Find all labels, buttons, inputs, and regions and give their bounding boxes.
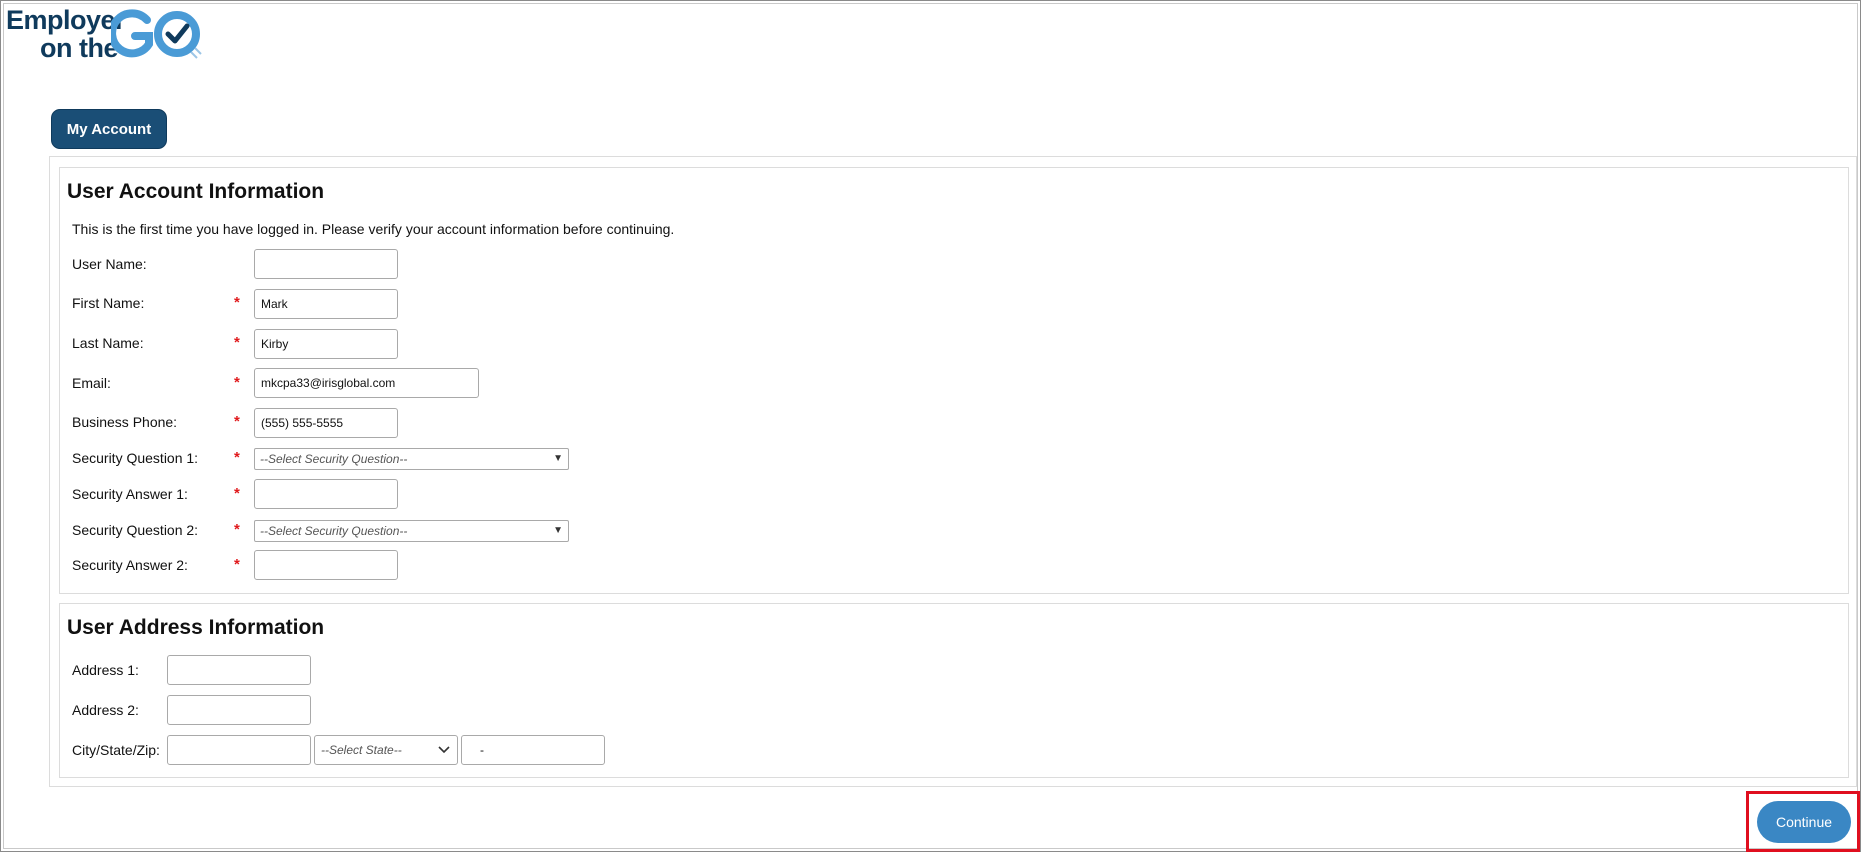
zip-field[interactable]: - xyxy=(461,735,605,765)
dropdown-arrow-icon: ▼ xyxy=(553,525,563,536)
logo-wordmark: Employer on the xyxy=(6,5,126,63)
first-name-label: First Name: xyxy=(72,295,145,311)
address-2-label: Address 2: xyxy=(72,702,139,718)
address-1-field[interactable] xyxy=(167,655,311,685)
user-account-title: User Account Information xyxy=(67,180,325,203)
security-answer-2-label: Security Answer 2: xyxy=(72,557,188,573)
business-phone-required: * xyxy=(234,413,240,430)
security-question-2-required: * xyxy=(234,521,240,538)
security-question-1-select[interactable]: --Select Security Question-- ▼ xyxy=(254,448,569,470)
security-question-2-label: Security Question 2: xyxy=(72,522,199,538)
last-name-required: * xyxy=(234,334,240,351)
chevron-down-icon xyxy=(438,746,450,754)
logo-line-2: on the xyxy=(40,33,119,63)
address-1-label: Address 1: xyxy=(72,662,139,678)
security-question-1-label: Security Question 1: xyxy=(72,450,199,466)
go-check-icon xyxy=(111,9,202,59)
state-select-value: --Select State-- xyxy=(321,743,402,757)
first-name-field[interactable]: Mark xyxy=(254,289,398,319)
employer-on-the-go-logo: Employer on the xyxy=(6,6,206,64)
dropdown-arrow-icon: ▼ xyxy=(553,453,563,464)
last-name-label: Last Name: xyxy=(72,335,144,351)
username-field[interactable] xyxy=(254,249,398,279)
security-question-2-select[interactable]: --Select Security Question-- ▼ xyxy=(254,520,569,542)
security-answer-1-required: * xyxy=(234,485,240,502)
email-label: Email: xyxy=(72,375,111,391)
user-address-title: User Address Information xyxy=(67,616,325,639)
business-phone-label: Business Phone: xyxy=(72,414,178,430)
address-2-field[interactable] xyxy=(167,695,311,725)
security-answer-1-field[interactable] xyxy=(254,479,398,509)
security-question-1-value: --Select Security Question-- xyxy=(260,452,408,466)
first-name-required: * xyxy=(234,294,240,311)
first-login-notice: This is the first time you have logged i… xyxy=(72,221,675,237)
continue-button[interactable]: Continue xyxy=(1757,801,1851,843)
email-field[interactable]: mkcpa33@irisglobal.com xyxy=(254,368,479,398)
business-phone-field[interactable]: (555) 555-5555 xyxy=(254,408,398,438)
security-question-1-required: * xyxy=(234,449,240,466)
city-field[interactable] xyxy=(167,735,311,765)
tab-my-account[interactable]: My Account xyxy=(51,109,167,149)
logo-line-1: Employer xyxy=(6,5,126,35)
last-name-field[interactable]: Kirby xyxy=(254,329,398,359)
security-answer-2-field[interactable] xyxy=(254,550,398,580)
security-question-2-value: --Select Security Question-- xyxy=(260,524,408,538)
username-label: User Name: xyxy=(72,256,147,272)
security-answer-2-required: * xyxy=(234,556,240,573)
email-required: * xyxy=(234,374,240,391)
city-state-zip-label: City/State/Zip: xyxy=(72,742,160,758)
state-select[interactable]: --Select State-- xyxy=(314,735,458,765)
security-answer-1-label: Security Answer 1: xyxy=(72,486,188,502)
